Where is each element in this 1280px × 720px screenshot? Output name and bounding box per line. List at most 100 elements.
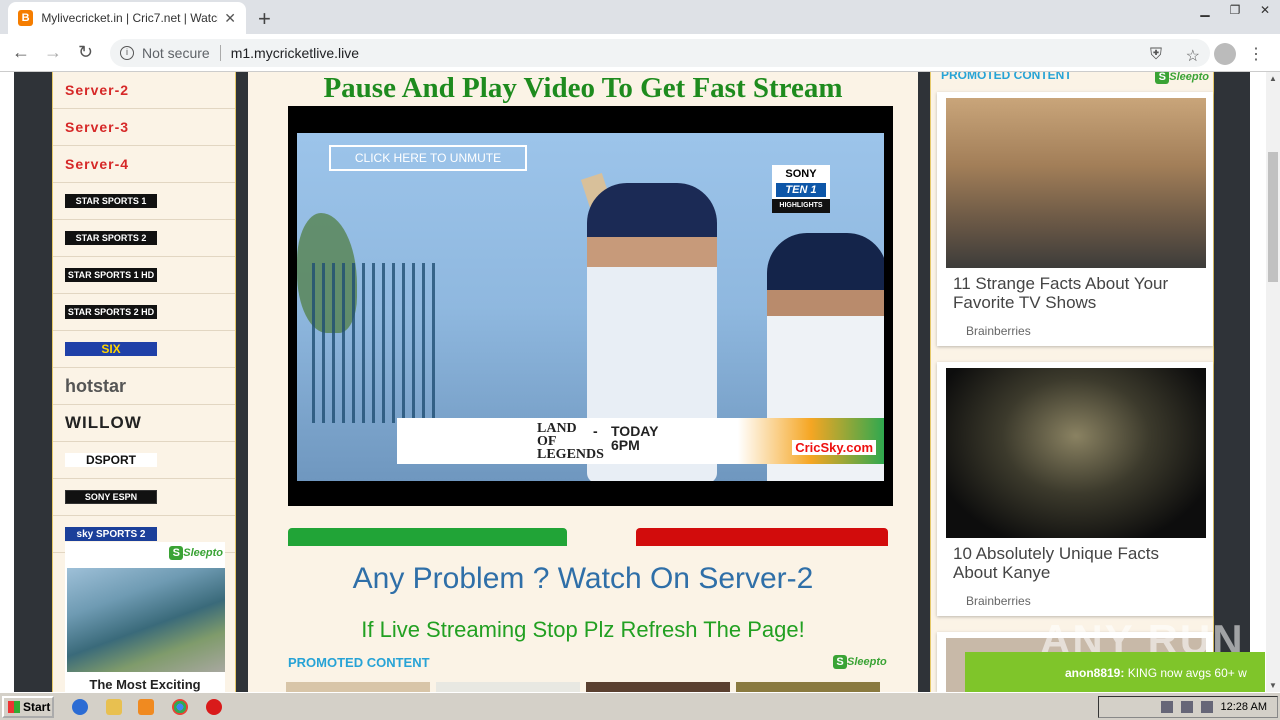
left-sidebar: Server-2 Server-3 Server-4 STAR SPORTS 1… <box>52 72 236 692</box>
explorer-icon[interactable] <box>106 699 122 715</box>
left-promo-ad[interactable]: S Sleepto The Most Exciting <box>65 542 225 692</box>
channel-link[interactable]: STAR SPORTS 2 <box>53 220 235 257</box>
minimize-icon[interactable]: ▁ <box>1190 0 1220 20</box>
sleepto-badge: S Sleepto <box>1155 72 1209 84</box>
forward-icon[interactable]: → <box>44 42 62 63</box>
start-button[interactable]: Start <box>2 696 54 718</box>
sleepto-icon: S <box>169 546 184 560</box>
server-4-link[interactable]: Server-4 <box>53 146 235 183</box>
promo-card-image <box>946 98 1206 268</box>
reload-icon[interactable]: ↻ <box>78 42 93 63</box>
video-frame[interactable]: CLICK HERE TO UNMUTE SONY TEN 1 HIGHLIGH… <box>297 133 884 481</box>
sleepto-icon: S <box>833 655 847 669</box>
channel-link[interactable]: DSPORT <box>53 442 235 479</box>
profile-avatar[interactable] <box>1214 43 1236 65</box>
server-label: Server-3 <box>65 119 130 135</box>
banner-dash: - <box>593 423 598 439</box>
star-sports-1-hd-logo: STAR SPORTS 1 HD <box>65 268 157 282</box>
ad-caption: The Most Exciting <box>89 677 201 692</box>
opera-icon[interactable] <box>206 699 222 715</box>
sleepto-badge: S Sleepto <box>169 546 223 560</box>
main-content: Pause And Play Video To Get Fast Stream … <box>248 72 918 692</box>
back-icon[interactable]: ← <box>12 42 30 63</box>
browser-tab[interactable]: B Mylivecricket.in | Cric7.net | Watch L… <box>8 2 246 34</box>
sky-sports-2-logo: sky SPORTS 2 <box>65 527 157 541</box>
tab-title: Mylivecricket.in | Cric7.net | Watch L <box>41 11 219 25</box>
promo-thumb[interactable] <box>586 682 730 692</box>
sony-ten-logo: SONY TEN 1 HIGHLIGHTS <box>772 165 830 213</box>
sleepto-badge: S Sleepto <box>833 655 887 669</box>
channel-link[interactable]: SIX <box>53 331 235 368</box>
volume-icon[interactable] <box>1180 701 1193 713</box>
window-close-icon[interactable]: ✕ <box>1250 0 1280 20</box>
tab-strip: B Mylivecricket.in | Cric7.net | Watch L… <box>0 0 1280 34</box>
menu-icon[interactable]: ⋮ <box>1248 44 1264 64</box>
promo-card-source: Brainberries <box>966 594 1031 608</box>
red-stream-button[interactable] <box>636 528 888 546</box>
promo-thumb[interactable] <box>286 682 430 692</box>
address-bar[interactable]: i Not secure m1.mycricketlive.live <box>110 39 1210 67</box>
channel-link[interactable]: STAR SPORTS 1 <box>53 183 235 220</box>
channel-link[interactable]: WILLOW <box>53 405 235 442</box>
channel-link[interactable]: hotstar <box>53 368 235 405</box>
promo-card[interactable]: 10 Absolutely Unique Facts About Kanye B… <box>937 362 1213 616</box>
fence-shape <box>312 263 442 423</box>
scroll-up-icon[interactable]: ▲ <box>1269 74 1277 83</box>
server-3-link[interactable]: Server-3 <box>53 109 235 146</box>
url-text[interactable]: m1.mycricketlive.live <box>231 45 359 61</box>
server-label: Server-4 <box>65 156 130 172</box>
banner-time: 6PM <box>611 437 640 453</box>
video-player[interactable]: CLICK HERE TO UNMUTE SONY TEN 1 HIGHLIGH… <box>288 106 893 506</box>
promo-thumb[interactable] <box>436 682 580 692</box>
channel-link[interactable]: STAR SPORTS 2 HD <box>53 294 235 331</box>
scrollbar-thumb[interactable] <box>1268 152 1278 282</box>
star-sports-1-logo: STAR SPORTS 1 <box>65 194 157 208</box>
promo-thumb[interactable] <box>736 682 880 692</box>
info-icon[interactable]: i <box>120 46 134 60</box>
ie-icon[interactable] <box>72 699 88 715</box>
refresh-notice: If Live Streaming Stop Plz Refresh The P… <box>361 617 805 642</box>
hotstar-logo: hotstar <box>65 375 127 396</box>
windows-taskbar: Start 12:28 AM <box>0 692 1280 720</box>
media-player-icon[interactable] <box>138 699 154 715</box>
unmute-button[interactable]: CLICK HERE TO UNMUTE <box>329 145 527 171</box>
badge-text: Sleepto <box>847 656 887 668</box>
six-logo: SIX <box>65 342 157 356</box>
logo-bottom: HIGHLIGHTS <box>772 199 830 213</box>
clock[interactable]: 12:28 AM <box>1221 701 1267 713</box>
willow-logo: WILLOW <box>65 413 142 432</box>
channel-link[interactable]: STAR SPORTS 1 HD <box>53 257 235 294</box>
ad-image <box>67 568 225 672</box>
sleepto-icon: S <box>1155 72 1170 84</box>
chat-user: anon8819: <box>1065 666 1125 680</box>
promoted-content-label: PROMOTED CONTENT <box>288 655 430 670</box>
window-controls: ▁ ❐ ✕ <box>1190 0 1280 20</box>
scroll-down-icon[interactable]: ▼ <box>1269 681 1277 690</box>
promoted-content-label: PROMOTED CONTENT <box>941 72 1072 82</box>
system-tray: 12:28 AM <box>1098 696 1278 718</box>
security-label: Not secure <box>142 45 210 61</box>
channel-link[interactable]: SONY ESPN <box>53 479 235 516</box>
banner-today: - <box>593 424 598 438</box>
windows-logo-icon <box>8 701 20 713</box>
bookmark-star-icon[interactable]: ☆ <box>1186 46 1200 66</box>
promo-card[interactable]: 11 Strange Facts About Your Favorite TV … <box>937 92 1213 346</box>
tab-close-icon[interactable]: ✕ <box>224 10 236 27</box>
promo-card-source: Brainberries <box>966 324 1031 338</box>
server-2-notice[interactable]: Any Problem ? Watch On Server-2 <box>248 562 918 596</box>
cricsky-watermark: CricSky.com <box>792 440 876 455</box>
network-icon[interactable] <box>1160 701 1173 713</box>
badge-text: Sleepto <box>183 547 223 559</box>
promo-card-title: 10 Absolutely Unique Facts About Kanye <box>953 544 1160 582</box>
green-stream-button[interactable] <box>288 528 567 546</box>
blocked-popup-icon[interactable]: ⛨ <box>1150 46 1162 64</box>
page-scrollbar[interactable]: ▲ ▼ <box>1266 72 1280 692</box>
promo-thumbnails <box>286 682 880 692</box>
chat-ticker[interactable]: anon8819: KING now avgs 60+ w <box>965 652 1265 692</box>
flag-icon[interactable] <box>1200 701 1213 713</box>
chat-message: KING now avgs 60+ w <box>1127 666 1247 680</box>
new-tab-icon[interactable]: + <box>258 6 271 32</box>
restore-icon[interactable]: ❐ <box>1220 0 1250 20</box>
chrome-icon[interactable] <box>172 699 188 715</box>
server-2-link[interactable]: Server-2 <box>53 72 235 109</box>
